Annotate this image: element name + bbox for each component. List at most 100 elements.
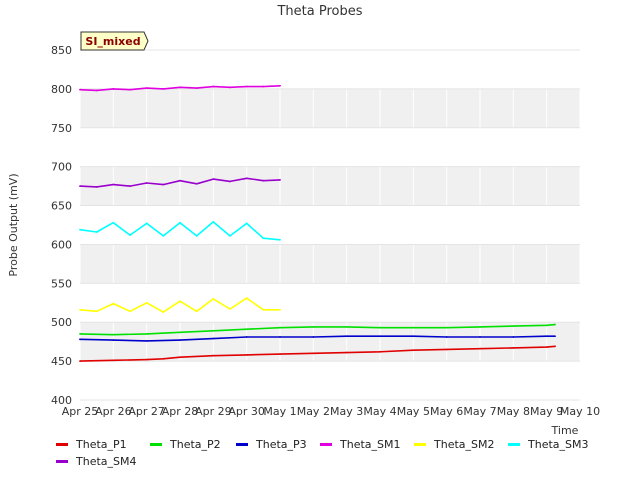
point-theta_sm4 [145, 182, 148, 184]
point-theta_p1 [512, 346, 515, 349]
point-theta_p2 [79, 332, 81, 335]
point-theta_p3 [145, 339, 148, 342]
x-tick-label: May 7 [463, 405, 496, 418]
point-theta_p3 [445, 336, 448, 338]
point-theta_sm2 [145, 301, 148, 304]
point-theta_sm2 [262, 308, 265, 311]
x-tick-label: May 9 [530, 405, 563, 418]
point-theta_p2 [212, 329, 215, 332]
legend-swatch [56, 459, 68, 463]
point-theta_sm2 [179, 300, 181, 303]
point-theta_sm1 [262, 85, 265, 88]
x-tick-label: Apr 30 [228, 405, 265, 418]
point-theta_p3 [279, 336, 281, 338]
point-theta_sm2 [79, 308, 81, 311]
point-theta_sm3 [245, 222, 248, 225]
legend-swatch [150, 442, 162, 446]
point-theta_p3 [412, 335, 415, 338]
point-theta_p2 [145, 332, 148, 335]
x-tick-label: May 6 [430, 405, 463, 418]
point-theta_p1 [554, 345, 556, 348]
point-theta_p3 [79, 338, 81, 341]
point-theta_p2 [345, 325, 348, 328]
point-theta_sm3 [162, 234, 165, 237]
legend-swatch [414, 442, 426, 446]
point-theta_sm2 [195, 310, 198, 313]
point-theta_sm4 [195, 182, 198, 185]
point-theta_p2 [412, 326, 415, 329]
plot-band [80, 166, 580, 206]
point-theta_sm3 [262, 237, 265, 240]
y-tick-label: 650 [51, 200, 72, 213]
point-theta_p3 [554, 335, 556, 338]
point-theta_p2 [445, 326, 448, 329]
point-theta_p2 [112, 333, 115, 336]
point-theta_sm2 [112, 302, 115, 305]
x-tick-label: Apr 28 [162, 405, 199, 418]
point-theta_p2 [545, 324, 548, 327]
point-theta_p1 [412, 349, 415, 352]
point-theta_p1 [479, 347, 481, 350]
x-tick-label: May 4 [363, 405, 396, 418]
legend-swatch [236, 442, 248, 446]
legend-label: Theta_P2 [170, 437, 221, 451]
point-theta_p1 [212, 354, 215, 357]
point-theta_sm4 [262, 179, 265, 182]
legend-item: Theta_P1 [56, 436, 127, 452]
point-theta_p1 [112, 359, 115, 362]
point-theta_sm1 [95, 89, 98, 92]
badge-label: SI_mixed [85, 35, 140, 48]
point-theta_sm3 [145, 222, 148, 225]
y-tick-label: 600 [51, 238, 72, 251]
point-theta_sm3 [229, 234, 231, 237]
y-tick-label: 450 [51, 355, 72, 368]
point-theta_p2 [245, 328, 248, 331]
point-theta_sm3 [129, 234, 131, 237]
point-theta_sm1 [79, 88, 81, 91]
x-tick-label: Apr 26 [95, 405, 132, 418]
point-theta_sm1 [212, 85, 215, 88]
legend-item: Theta_P2 [150, 436, 221, 452]
y-tick-label: 550 [51, 277, 72, 290]
point-theta_sm4 [245, 177, 248, 180]
point-theta_sm2 [212, 297, 215, 300]
point-theta_p2 [554, 323, 556, 326]
point-theta_sm2 [129, 310, 131, 313]
point-theta_sm2 [162, 311, 165, 314]
point-theta_sm4 [229, 180, 231, 183]
legend-label: Theta_SM3 [528, 437, 589, 451]
point-theta_sm3 [195, 234, 198, 237]
legend-label: Theta_P1 [76, 437, 127, 451]
point-theta_p3 [112, 339, 115, 342]
point-theta_sm3 [79, 228, 81, 231]
point-theta_sm4 [129, 185, 131, 188]
plot-band [80, 322, 580, 362]
point-theta_p2 [379, 326, 381, 329]
point-theta_sm2 [279, 308, 281, 311]
x-tick-label: Apr 27 [128, 405, 165, 418]
y-tick-label: 800 [51, 83, 72, 96]
point-theta_p2 [512, 325, 515, 328]
point-theta_p3 [379, 335, 381, 338]
point-theta_sm1 [162, 87, 165, 90]
point-theta_sm3 [112, 221, 115, 224]
point-theta_sm1 [112, 87, 115, 90]
point-theta_p1 [145, 358, 148, 361]
x-tick-label: May 3 [330, 405, 363, 418]
legend-item: Theta_SM4 [56, 453, 136, 469]
legend-item: Theta_SM1 [320, 436, 400, 452]
point-theta_p3 [179, 339, 181, 342]
chart: Theta Probes 400 450 500 550 600 650 700 750 800… [0, 0, 640, 480]
legend-label: Theta_SM2 [434, 437, 495, 451]
point-theta_sm1 [229, 86, 231, 89]
point-theta_p1 [345, 351, 348, 354]
point-theta_p3 [212, 337, 215, 340]
chart-title: Theta Probes [276, 4, 362, 19]
point-theta_sm1 [129, 88, 131, 91]
point-theta_sm2 [229, 308, 231, 310]
point-theta_sm4 [79, 185, 81, 188]
point-theta_sm1 [179, 86, 181, 89]
legend-label: Theta_P3 [256, 437, 307, 451]
point-theta_p3 [512, 336, 515, 338]
point-theta_sm2 [95, 310, 98, 313]
